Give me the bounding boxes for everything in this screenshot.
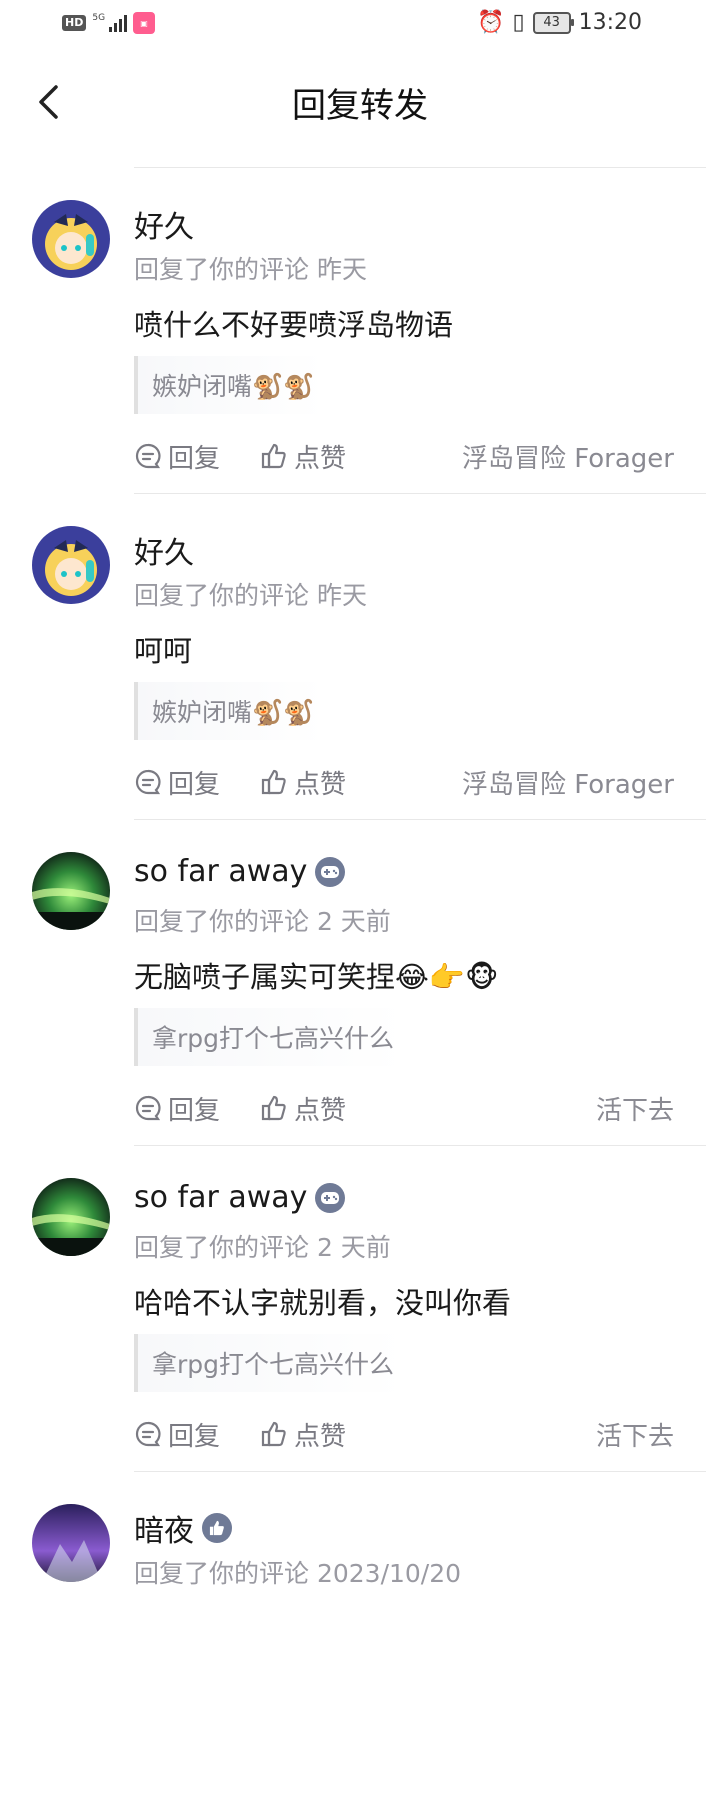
user-name[interactable]: so far away	[134, 1180, 307, 1215]
quoted-comment[interactable]: 嫉妒闭嘴🐒🐒	[134, 682, 325, 740]
like-label: 点赞	[294, 769, 347, 800]
avatar[interactable]	[32, 526, 110, 604]
hd-indicator: HD	[62, 15, 87, 31]
reply-meta: 回复了你的评论 2023/10/20	[134, 1559, 462, 1588]
source-link[interactable]: 活下去	[596, 1090, 674, 1127]
avatar[interactable]	[32, 1504, 110, 1582]
user-name[interactable]: 好久	[134, 528, 194, 572]
reply-text: 哈哈不认字就别看，没叫你看	[134, 1286, 512, 1320]
reply-meta: 回复了你的评论 2 天前	[134, 907, 391, 936]
nav-bar: 回复转发	[0, 58, 720, 146]
app-notification-icon: ▣	[133, 12, 156, 34]
comment-icon	[135, 1421, 161, 1447]
battery-level: 43	[543, 15, 560, 30]
quoted-text: 拿rpg打个七高兴什么	[152, 1350, 395, 1379]
comment-icon	[135, 1095, 161, 1121]
list-item[interactable]: 暗夜 回复了你的评论 2023/10/20	[0, 1472, 720, 1798]
source-link[interactable]: 浮岛冒险 Forager	[462, 764, 674, 801]
reply-meta: 回复了你的评论 2 天前	[134, 1233, 391, 1262]
reply-list: 好久 回复了你的评论 昨天 喷什么不好要喷浮岛物语 嫉妒闭嘴🐒🐒 回复 点赞 浮…	[0, 168, 720, 1798]
reply-button[interactable]: 回复	[134, 1090, 220, 1127]
quoted-text: 嫉妒闭嘴🐒🐒	[152, 698, 315, 727]
status-bar: HD 5G ▣ ⏰ ▯ 43 13:20	[0, 0, 720, 48]
page-title: 回复转发	[292, 86, 428, 126]
user-name[interactable]: 好久	[134, 202, 194, 246]
reply-button[interactable]: 回复	[134, 1416, 220, 1453]
like-button[interactable]: 点赞	[260, 1416, 346, 1453]
reply-label: 回复	[168, 1095, 221, 1126]
like-button[interactable]: 点赞	[260, 764, 346, 801]
reply-label: 回复	[168, 1421, 221, 1452]
source-link[interactable]: 浮岛冒险 Forager	[462, 438, 674, 475]
gamepad-icon	[315, 1182, 346, 1213]
vibrate-icon: ▯	[512, 10, 525, 35]
list-item[interactable]: 好久 回复了你的评论 昨天 呵呵 嫉妒闭嘴🐒🐒 回复 点赞 浮岛冒险 Forag…	[0, 494, 720, 820]
signal-icon: 5G	[92, 13, 128, 32]
reply-text: 喷什么不好要喷浮岛物语	[134, 308, 454, 342]
network-type: 5G	[92, 13, 106, 23]
quoted-comment[interactable]: 拿rpg打个七高兴什么	[134, 1008, 405, 1066]
comment-icon	[135, 769, 161, 795]
thumb-badge-icon	[202, 1513, 232, 1543]
reply-text: 呵呵	[134, 634, 193, 668]
avatar[interactable]	[32, 1178, 110, 1256]
reply-button[interactable]: 回复	[134, 764, 220, 801]
like-label: 点赞	[294, 443, 347, 474]
alarm-icon: ⏰	[477, 10, 505, 35]
thumb-up-icon	[261, 443, 286, 469]
like-label: 点赞	[294, 1095, 347, 1126]
user-name[interactable]: so far away	[134, 854, 307, 889]
reply-button[interactable]: 回复	[134, 438, 220, 475]
thumb-up-icon	[261, 1421, 286, 1447]
reply-label: 回复	[168, 443, 221, 474]
reply-meta: 回复了你的评论 昨天	[134, 255, 367, 284]
reply-label: 回复	[168, 769, 221, 800]
user-name[interactable]: 暗夜	[134, 1506, 194, 1550]
list-item[interactable]: so far away 回复了你的评论 2 天前 无脑喷子属实可笑捏😂👉🐵 拿r…	[0, 820, 720, 1146]
list-item[interactable]: 好久 回复了你的评论 昨天 喷什么不好要喷浮岛物语 嫉妒闭嘴🐒🐒 回复 点赞 浮…	[0, 168, 720, 494]
like-button[interactable]: 点赞	[260, 438, 346, 475]
reply-meta: 回复了你的评论 昨天	[134, 581, 367, 610]
like-button[interactable]: 点赞	[260, 1090, 346, 1127]
quoted-text: 拿rpg打个七高兴什么	[152, 1024, 395, 1053]
quoted-text: 嫉妒闭嘴🐒🐒	[152, 372, 315, 401]
avatar[interactable]	[32, 852, 110, 930]
quoted-comment[interactable]: 嫉妒闭嘴🐒🐒	[134, 356, 325, 414]
comment-icon	[135, 443, 161, 469]
reply-text: 无脑喷子属实可笑捏😂👉🐵	[134, 960, 499, 994]
thumb-up-icon	[261, 1095, 286, 1121]
clock: 13:20	[578, 10, 642, 35]
source-link[interactable]: 活下去	[596, 1416, 674, 1453]
gamepad-icon	[315, 856, 346, 887]
battery-icon: 43	[532, 11, 574, 34]
avatar[interactable]	[32, 200, 110, 278]
thumb-up-icon	[261, 769, 286, 795]
like-label: 点赞	[294, 1421, 347, 1452]
list-item[interactable]: so far away 回复了你的评论 2 天前 哈哈不认字就别看，没叫你看 拿…	[0, 1146, 720, 1472]
quoted-comment[interactable]: 拿rpg打个七高兴什么	[134, 1334, 405, 1392]
